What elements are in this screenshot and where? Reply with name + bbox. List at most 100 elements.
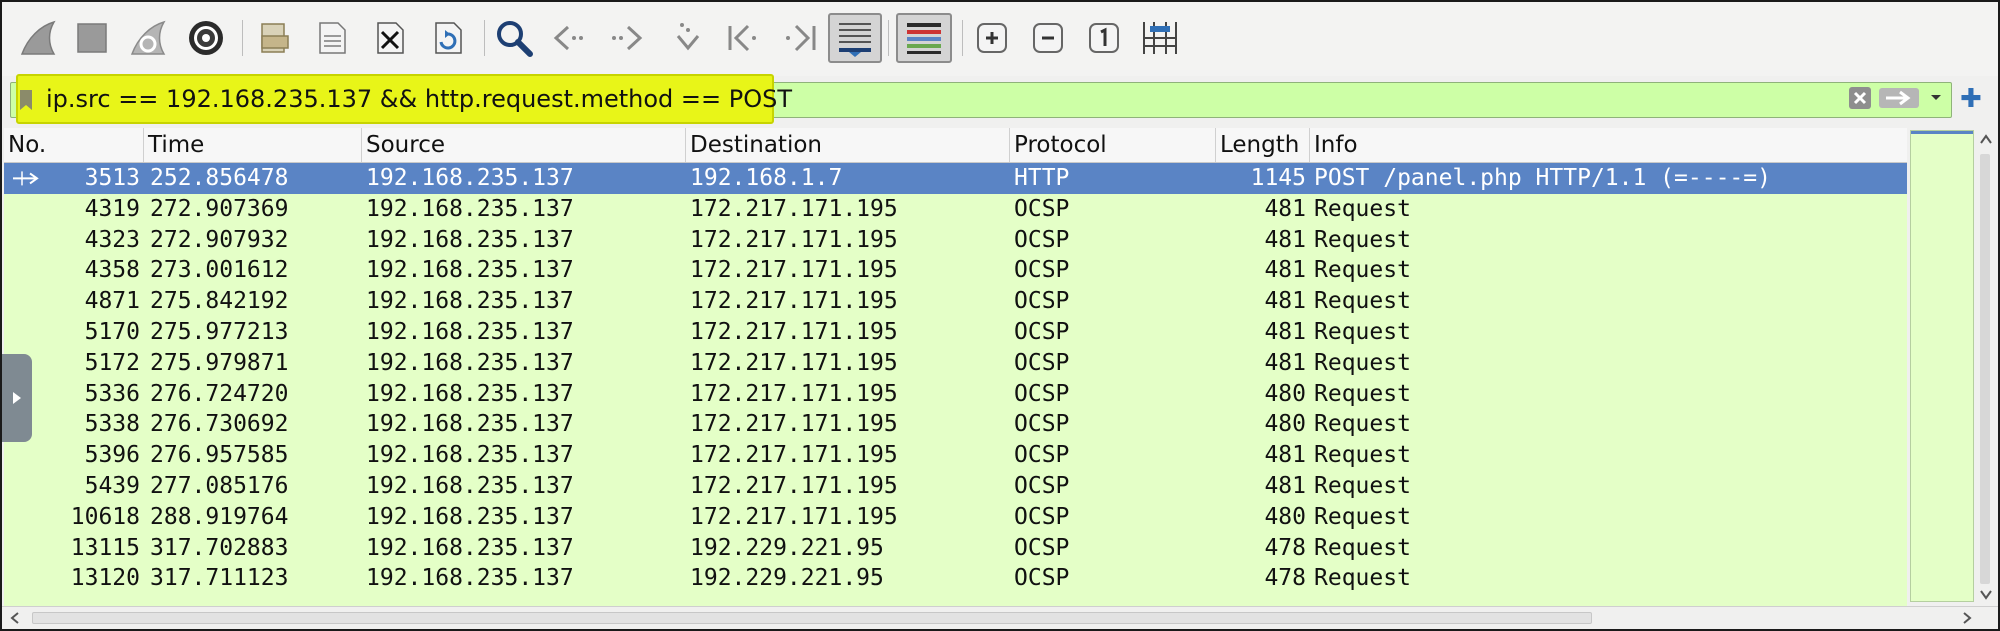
stop-square-icon[interactable] (70, 13, 114, 63)
cell-protocol: OCSP (1014, 565, 1070, 592)
cell-protocol: OCSP (1014, 411, 1070, 438)
first-packet-icon[interactable] (722, 13, 766, 63)
apply-filter-icon[interactable] (1877, 86, 1921, 110)
cell-protocol: OCSP (1014, 195, 1070, 222)
cell-destination: 172.217.171.195 (690, 503, 898, 530)
cell-no: 10618 (70, 503, 140, 530)
scroll-right-icon[interactable] (1962, 612, 1972, 624)
cell-protocol: OCSP (1014, 226, 1070, 253)
cell-source: 192.168.235.137 (366, 165, 574, 191)
packet-row[interactable]: 4319 272.907369 192.168.235.137 172.217.171… (4, 194, 1907, 225)
cell-length: 481 (1264, 226, 1306, 253)
cell-source: 192.168.235.137 (366, 442, 574, 469)
filter-history-dropdown-icon[interactable] (1928, 86, 1944, 110)
go-back-icon[interactable] (548, 13, 592, 63)
scroll-up-icon[interactable] (1980, 134, 1992, 144)
cell-destination: 172.217.171.195 (690, 349, 898, 376)
packet-row[interactable]: 4358 273.001612 192.168.235.137 172.217.171… (4, 255, 1907, 286)
vertical-scroll-thumb[interactable] (1980, 154, 1990, 584)
column-no[interactable]: No. (4, 128, 144, 162)
column-time[interactable]: Time (144, 128, 362, 162)
packet-row[interactable]: 5170 275.977213 192.168.235.137 172.217.171… (4, 317, 1907, 348)
main-toolbar (2, 2, 1998, 76)
filter-text[interactable]: ip.src == 192.168.235.137 && http.reques… (46, 84, 792, 114)
packet-row[interactable]: 3513 252.856478 192.168.235.137 192.168.1.7… (4, 163, 1907, 194)
normal-size-icon[interactable] (1082, 13, 1126, 63)
cell-info: Request (1314, 380, 1411, 407)
zoom-out-icon[interactable] (1026, 13, 1070, 63)
packet-row[interactable]: 4871 275.842192 192.168.235.137 172.217.171… (4, 286, 1907, 317)
last-packet-icon[interactable] (778, 13, 822, 63)
cell-source: 192.168.235.137 (366, 473, 574, 499)
cell-destination: 172.217.171.195 (690, 288, 898, 315)
zoom-in-icon[interactable] (970, 13, 1014, 63)
cell-info: Request (1314, 534, 1411, 561)
cell-destination: 172.217.171.195 (690, 319, 898, 345)
go-to-packet-icon[interactable] (666, 13, 710, 63)
cell-info: Request (1314, 473, 1411, 499)
colorize-icon[interactable] (896, 13, 952, 63)
close-file-icon[interactable] (368, 13, 412, 63)
cell-destination: 172.217.171.195 (690, 226, 898, 253)
cell-no: 4871 (84, 288, 140, 315)
cell-length: 481 (1264, 288, 1306, 315)
column-source[interactable]: Source (362, 128, 686, 162)
packet-row[interactable]: 13120 317.711123 192.168.235.137 192.229.22… (4, 563, 1907, 594)
shark-fin-start-icon[interactable] (16, 13, 60, 63)
file-set-icon[interactable] (310, 13, 354, 63)
cell-no: 4319 (84, 195, 140, 222)
cell-length: 481 (1264, 257, 1306, 284)
cell-info: Request (1314, 288, 1411, 315)
cell-info: Request (1314, 565, 1411, 592)
packet-row[interactable]: 10618 288.919764 192.168.235.137 172.217.17… (4, 502, 1907, 533)
scroll-left-icon[interactable] (10, 612, 20, 624)
packet-row[interactable]: 5336 276.724720 192.168.235.137 172.217.171… (4, 379, 1907, 410)
cell-length: 481 (1264, 195, 1306, 222)
packet-row[interactable]: 4323 272.907932 192.168.235.137 172.217.171… (4, 225, 1907, 256)
horizontal-scrollbar[interactable] (2, 606, 1998, 629)
cell-length: 478 (1264, 534, 1306, 561)
cell-protocol: HTTP (1014, 165, 1070, 191)
cell-no: 5439 (84, 473, 140, 499)
cell-protocol: OCSP (1014, 442, 1070, 469)
scroll-down-icon[interactable] (1980, 590, 1992, 600)
restart-shark-fin-icon[interactable] (126, 13, 170, 63)
add-filter-button-icon[interactable]: ✚ (1960, 84, 1982, 114)
clear-filter-icon[interactable] (1847, 86, 1873, 110)
packet-row[interactable]: 5172 275.979871 192.168.235.137 172.217.171… (4, 348, 1907, 379)
cell-length: 480 (1264, 503, 1306, 530)
cell-source: 192.168.235.137 (366, 380, 574, 407)
cell-destination: 172.217.171.195 (690, 257, 898, 284)
wireshark-window: ip.src == 192.168.235.137 && http.reques… (0, 0, 2000, 631)
open-file-icon[interactable] (252, 13, 296, 63)
packet-row[interactable]: 13115 317.702883 192.168.235.137 192.229.22… (4, 533, 1907, 564)
cell-time: 275.979871 (150, 349, 289, 376)
column-destination[interactable]: Destination (686, 128, 1010, 162)
search-icon[interactable] (492, 13, 536, 63)
reload-icon[interactable] (426, 13, 470, 63)
capture-options-gear-icon[interactable] (184, 13, 228, 63)
packet-minimap[interactable] (1910, 130, 1974, 602)
vertical-scrollbar[interactable] (1976, 128, 1996, 606)
column-info[interactable]: Info (1310, 128, 1907, 162)
column-length[interactable]: Length (1216, 128, 1310, 162)
sidebar-expander-tab[interactable] (2, 354, 32, 442)
resize-columns-icon[interactable] (1138, 13, 1182, 63)
cell-time: 288.919764 (150, 503, 289, 530)
cell-length: 480 (1264, 380, 1306, 407)
go-forward-icon[interactable] (604, 13, 648, 63)
packet-row[interactable]: 5396 276.957585 192.168.235.137 172.217.171… (4, 440, 1907, 471)
minimap-selection-marker (1911, 131, 1973, 134)
cell-protocol: OCSP (1014, 534, 1070, 561)
cell-time: 272.907369 (150, 195, 289, 222)
autoscroll-icon[interactable] (828, 13, 882, 63)
column-protocol[interactable]: Protocol (1010, 128, 1216, 162)
horizontal-scroll-thumb[interactable] (32, 612, 1592, 624)
cell-protocol: OCSP (1014, 473, 1070, 499)
bookmark-icon[interactable] (20, 90, 32, 110)
cell-protocol: OCSP (1014, 257, 1070, 284)
cell-no: 5170 (84, 319, 140, 345)
packet-row[interactable]: 5439 277.085176 192.168.235.137 172.217.171… (4, 471, 1907, 502)
packet-row[interactable]: 5338 276.730692 192.168.235.137 172.217.171… (4, 409, 1907, 440)
cell-source: 192.168.235.137 (366, 288, 574, 315)
